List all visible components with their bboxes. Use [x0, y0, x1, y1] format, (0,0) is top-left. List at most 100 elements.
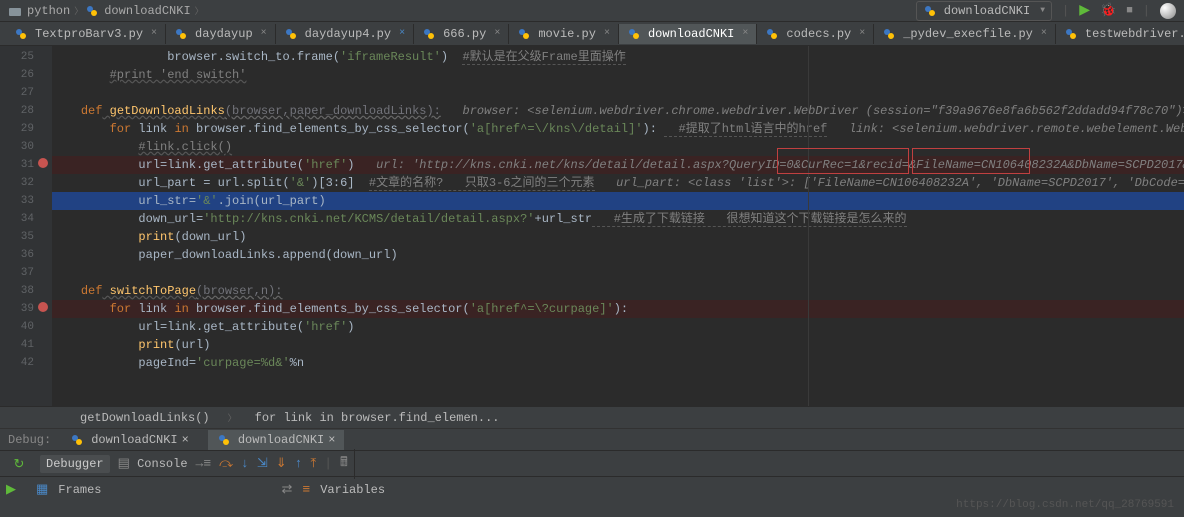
- swap-icon[interactable]: ⇄: [282, 482, 293, 497]
- close-icon[interactable]: ×: [328, 433, 335, 447]
- debugger-tab[interactable]: Debugger: [40, 455, 110, 473]
- code-comment: #link.click(): [138, 140, 232, 154]
- step-over-button[interactable]: ⤼: [219, 456, 233, 471]
- step-into-button[interactable]: ↓: [241, 456, 249, 471]
- debug-toolwindow-header: Debug: downloadCNKI× downloadCNKI×: [0, 428, 1184, 450]
- code-comment: #文章的名称? 只取3-6之间的三个元素: [369, 176, 595, 191]
- breakpoint-marker[interactable]: [38, 302, 48, 312]
- code-text: url_part = url.split(: [138, 176, 289, 190]
- debug-inline-value: url_part: <class 'list'>: ['FileName=CN1…: [595, 176, 1184, 190]
- python-file-icon: [217, 433, 231, 447]
- python-file-icon: [70, 433, 84, 447]
- code-function: switchToPage: [102, 284, 196, 298]
- evaluate-expression-button[interactable]: 🖩: [340, 453, 348, 475]
- code-text: browser.find_elements_by_css_selector(: [189, 122, 470, 136]
- tab-textprobarv3[interactable]: TextproBarv3.py ×: [6, 24, 166, 44]
- tab-666[interactable]: 666.py×: [414, 24, 509, 44]
- debug-session-tab[interactable]: downloadCNKI ×: [61, 430, 198, 450]
- step-out-button[interactable]: ↑: [295, 456, 303, 471]
- code-keyword: in: [174, 302, 188, 316]
- python-file-icon: [923, 4, 937, 18]
- code-params: (browser,paper_downloadLinks):: [225, 104, 441, 118]
- code-text: link: [131, 122, 174, 136]
- close-icon[interactable]: ×: [742, 28, 748, 39]
- code-keyword: for: [110, 302, 132, 316]
- output-toggle[interactable]: →≡: [196, 456, 212, 471]
- close-icon[interactable]: ×: [182, 433, 189, 447]
- code-editor[interactable]: 252627282930313233343536373839404142 bro…: [0, 46, 1184, 406]
- code-text: )[3:6]: [311, 176, 369, 190]
- breakpoint-marker[interactable]: [38, 158, 48, 168]
- debug-session-tab[interactable]: downloadCNKI ×: [208, 430, 345, 450]
- console-icon: ▤: [118, 456, 130, 471]
- code-string: 'href': [304, 320, 347, 334]
- close-icon[interactable]: ×: [1041, 28, 1047, 39]
- code-text: (down_url): [174, 230, 246, 244]
- code-text: %n: [290, 356, 304, 370]
- close-icon[interactable]: ×: [494, 28, 500, 39]
- tab-label: codecs.py: [786, 27, 851, 41]
- debug-toolbar: ↻ Debugger ▤ Console →≡ ⤼ ↓ ⇲ ⇓ ↑ ⤒ | 🖩: [0, 450, 1184, 476]
- rerun-button[interactable]: ↻: [14, 457, 25, 472]
- tab-downloadcnki[interactable]: downloadCNKI×: [619, 24, 757, 44]
- tab-label: daydayup4.py: [305, 27, 391, 41]
- breadcrumb-loop[interactable]: for link in browser.find_elemen...: [255, 411, 500, 425]
- tab-pydev-execfile[interactable]: _pydev_execfile.py×: [874, 24, 1056, 44]
- code-text: browser.switch_to.frame(: [110, 50, 340, 64]
- debug-inline-value: browser: <selenium.webdriver.chrome.webd…: [441, 104, 1184, 118]
- code-comment: #提取了html语言中的href: [664, 122, 827, 137]
- python-file-icon: [422, 27, 436, 41]
- code-area[interactable]: browser.switch_to.frame('iframeResult') …: [52, 46, 1184, 406]
- code-string: 'a[href^=\/kns\/detail]': [470, 122, 643, 136]
- tab-daydayup[interactable]: daydayup×: [166, 24, 276, 44]
- breadcrumb-project[interactable]: python: [27, 4, 70, 18]
- tab-label: TextproBarv3.py: [35, 27, 143, 41]
- vline: |: [1143, 4, 1150, 18]
- code-comment: #默认是在父级Frame里面操作: [462, 50, 625, 65]
- resume-button[interactable]: ▶: [6, 482, 16, 497]
- code-comment: #生成了下载链接 很想知道这个下载链接是怎么来的: [592, 212, 906, 227]
- breadcrumb: python 〉 downloadCNKI 〉: [8, 4, 206, 18]
- tab-label: movie.py: [538, 27, 596, 41]
- console-tab[interactable]: ▤ Console: [118, 456, 188, 471]
- code-text: .join(url_part): [218, 194, 326, 208]
- code-text: url=link.get_attribute(: [138, 320, 304, 334]
- editor-tabs: TextproBarv3.py × daydayup× daydayup4.py ×…: [0, 22, 1184, 46]
- gutter[interactable]: 252627282930313233343536373839404142: [0, 46, 52, 406]
- run-config-selector[interactable]: downloadCNKI ▼: [916, 1, 1052, 21]
- debug-button[interactable]: 🐞: [1100, 3, 1116, 18]
- close-icon[interactable]: ×: [399, 28, 405, 39]
- python-file-icon: [284, 27, 298, 41]
- tab-label: Console: [137, 457, 187, 471]
- code-text: +url_str: [535, 212, 593, 226]
- tab-daydayup4[interactable]: daydayup4.py ×: [276, 24, 414, 44]
- variables-icon: ≡: [302, 482, 310, 497]
- close-icon[interactable]: ×: [859, 28, 865, 39]
- code-string: 'iframeResult': [340, 50, 441, 64]
- breadcrumb-file[interactable]: downloadCNKI: [104, 4, 190, 18]
- code-string: 'a[href^=\?curpage]': [470, 302, 614, 316]
- step-into-my-code-button[interactable]: ⇲: [257, 456, 268, 471]
- close-icon[interactable]: ×: [151, 28, 157, 39]
- breadcrumb-fn[interactable]: getDownloadLinks(): [80, 411, 210, 425]
- code-keyword: for: [110, 122, 132, 136]
- code-string: 'http://kns.cnki.net/KCMS/detail/detail.…: [203, 212, 534, 226]
- run-to-cursor-button[interactable]: ⤒: [310, 456, 316, 471]
- run-button[interactable]: ▶: [1079, 2, 1090, 19]
- force-step-into-button[interactable]: ⇓: [276, 456, 287, 471]
- close-icon[interactable]: ×: [604, 28, 610, 39]
- tab-movie[interactable]: movie.py ×: [509, 24, 619, 44]
- frames-pane-title[interactable]: Frames: [58, 483, 101, 497]
- chevron-icon: 〉: [74, 4, 83, 17]
- variables-pane-title[interactable]: Variables: [320, 483, 385, 497]
- tab-codecs[interactable]: codecs.py ×: [757, 24, 874, 44]
- tab-label: downloadCNKI: [91, 433, 177, 447]
- stop-button[interactable]: ■: [1126, 5, 1133, 17]
- watermark: https://blog.csdn.net/qq_28769591: [956, 499, 1174, 511]
- avatar[interactable]: [1160, 3, 1176, 19]
- tab-label: downloadCNKI: [238, 433, 324, 447]
- code-function: getDownloadLinks: [102, 104, 224, 118]
- tab-testwebdriver[interactable]: testwebdriver.py×: [1056, 24, 1184, 44]
- close-icon[interactable]: ×: [261, 28, 267, 39]
- debug-inline-value: link: <selenium.webdriver.remote.webelem…: [827, 122, 1184, 136]
